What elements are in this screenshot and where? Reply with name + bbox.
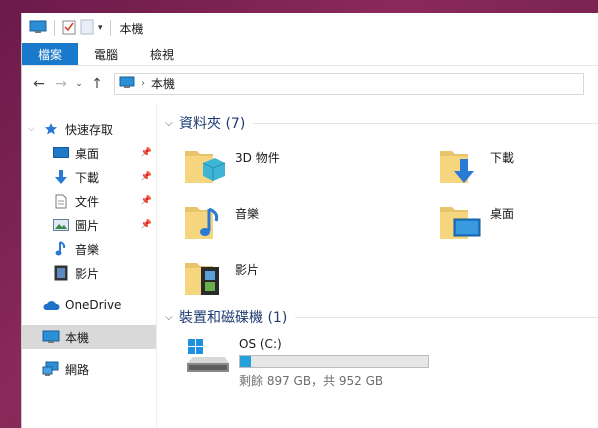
folder-name: 影片 xyxy=(235,263,260,277)
chevron-down-icon[interactable]: ⌵ xyxy=(165,312,179,323)
sidebar-item-label: 下載 xyxy=(75,170,100,185)
computer-icon xyxy=(42,329,60,345)
drive-info: OS (C:) 剩餘 897 GB，共 952 GB xyxy=(239,337,429,389)
sidebar-item-pictures[interactable]: 圖片 📌 xyxy=(22,213,156,237)
address-row: ← → ⌄ ↑ › 本機 xyxy=(22,65,598,101)
sidebar-item-label: 圖片 xyxy=(75,218,100,233)
drive-item-c[interactable]: OS (C:) 剩餘 897 GB，共 952 GB xyxy=(165,329,598,389)
drive-usage-bar xyxy=(239,355,429,368)
recent-locations-button[interactable]: ⌄ xyxy=(72,79,86,89)
up-button[interactable]: ↑ xyxy=(86,76,108,92)
sidebar-item-videos[interactable]: 影片 xyxy=(22,261,156,285)
file-explorer-window: ▾ 本機 檔案 電腦 檢視 ← → ⌄ ↑ › 本機 ⌵ 快速存取 桌面 📌 下… xyxy=(21,13,598,428)
chevron-right-icon[interactable]: › xyxy=(141,78,145,89)
drive-space-text: 剩餘 897 GB，共 952 GB xyxy=(239,374,384,388)
pin-icon[interactable]: 📌 xyxy=(141,148,152,158)
navigation-pane: ⌵ 快速存取 桌面 📌 下載 📌 文件 📌 圖片 📌 音樂 影片 OneDriv… xyxy=(22,103,157,428)
star-icon xyxy=(42,121,60,137)
computer-icon xyxy=(29,20,47,37)
tab-file[interactable]: 檔案 xyxy=(22,43,79,65)
window-title: 本機 xyxy=(119,21,144,36)
sidebar-item-music[interactable]: 音樂 xyxy=(22,237,156,261)
chevron-down-icon[interactable]: ⌵ xyxy=(165,118,179,129)
sidebar-item-desktop[interactable]: 桌面 📌 xyxy=(22,141,156,165)
ribbon-tabs: 檔案 電腦 檢視 xyxy=(22,43,598,65)
sidebar-item-this-pc[interactable]: 本機 xyxy=(22,325,156,349)
computer-icon xyxy=(119,76,135,92)
download-icon xyxy=(438,143,482,187)
folder-item-music[interactable]: 音樂 xyxy=(183,199,438,243)
pin-icon[interactable]: 📌 xyxy=(141,196,152,206)
section-title: 裝置和磁碟機 (1) xyxy=(179,310,288,326)
video-icon xyxy=(52,265,70,281)
customize-dropdown-icon[interactable]: ▾ xyxy=(98,23,103,33)
tab-view[interactable]: 檢視 xyxy=(134,43,190,65)
cloud-icon xyxy=(42,297,60,313)
new-folder-icon[interactable] xyxy=(80,19,94,38)
folder-name: 3D 物件 xyxy=(235,151,280,165)
sidebar-item-downloads[interactable]: 下載 📌 xyxy=(22,165,156,189)
picture-icon xyxy=(52,217,70,233)
sidebar-item-label: OneDrive xyxy=(65,298,122,312)
folder-item-videos[interactable]: 影片 xyxy=(183,255,438,299)
sidebar-item-label: 桌面 xyxy=(75,146,100,161)
desktop-icon xyxy=(52,145,70,161)
folder-item-downloads[interactable]: 下載 xyxy=(438,143,598,187)
quick-access-toolbar: ▾ xyxy=(29,19,114,38)
folders-grid: 3D 物件 下載 音樂 桌面 影片 xyxy=(165,135,598,299)
properties-icon[interactable] xyxy=(62,19,76,38)
pin-icon[interactable]: 📌 xyxy=(141,172,152,182)
download-icon xyxy=(52,169,70,185)
sidebar-item-label: 影片 xyxy=(75,266,100,281)
drive-icon xyxy=(185,337,231,377)
tab-computer[interactable]: 電腦 xyxy=(78,43,134,65)
folder-name: 桌面 xyxy=(490,207,515,221)
sidebar-item-network[interactable]: 網路 xyxy=(22,357,156,381)
music-icon xyxy=(183,199,227,243)
forward-button[interactable]: → xyxy=(50,76,72,92)
video-icon xyxy=(183,255,227,299)
drive-name: OS (C:) xyxy=(239,337,282,351)
chevron-down-icon[interactable]: ⌵ xyxy=(28,124,42,134)
3d-objects-icon xyxy=(183,143,227,187)
folders-section-header[interactable]: ⌵ 資料夾 (7) xyxy=(165,111,598,135)
sidebar-item-onedrive[interactable]: OneDrive xyxy=(22,293,156,317)
desktop-icon xyxy=(438,199,482,243)
sidebar-item-label: 網路 xyxy=(65,362,90,377)
sidebar-item-label: 本機 xyxy=(65,330,90,345)
sidebar-item-label: 快速存取 xyxy=(65,122,114,137)
network-icon xyxy=(42,361,60,377)
folder-item-desktop[interactable]: 桌面 xyxy=(438,199,598,243)
sidebar-item-documents[interactable]: 文件 📌 xyxy=(22,189,156,213)
sidebar-item-label: 音樂 xyxy=(75,242,100,257)
folder-item-3d-objects[interactable]: 3D 物件 xyxy=(183,143,438,187)
folder-name: 下載 xyxy=(490,151,515,165)
back-button[interactable]: ← xyxy=(28,76,50,92)
address-path: 本機 xyxy=(151,77,176,91)
drive-usage-fill xyxy=(240,356,251,367)
folder-name: 音樂 xyxy=(235,207,260,221)
address-bar[interactable]: › 本機 xyxy=(114,72,584,95)
section-title: 資料夾 (7) xyxy=(179,116,246,132)
document-icon xyxy=(52,193,70,209)
music-icon xyxy=(52,241,70,257)
sidebar-item-label: 文件 xyxy=(75,194,100,209)
pin-icon[interactable]: 📌 xyxy=(141,220,152,230)
content-pane: ⌵ 資料夾 (7) 3D 物件 下載 音樂 桌面 影片 ⌵ 裝置和磁碟機 (1)… xyxy=(157,103,598,428)
sidebar-item-quick-access[interactable]: ⌵ 快速存取 xyxy=(22,117,156,141)
drives-section-header[interactable]: ⌵ 裝置和磁碟機 (1) xyxy=(165,305,598,329)
title-bar: ▾ 本機 xyxy=(22,13,598,43)
